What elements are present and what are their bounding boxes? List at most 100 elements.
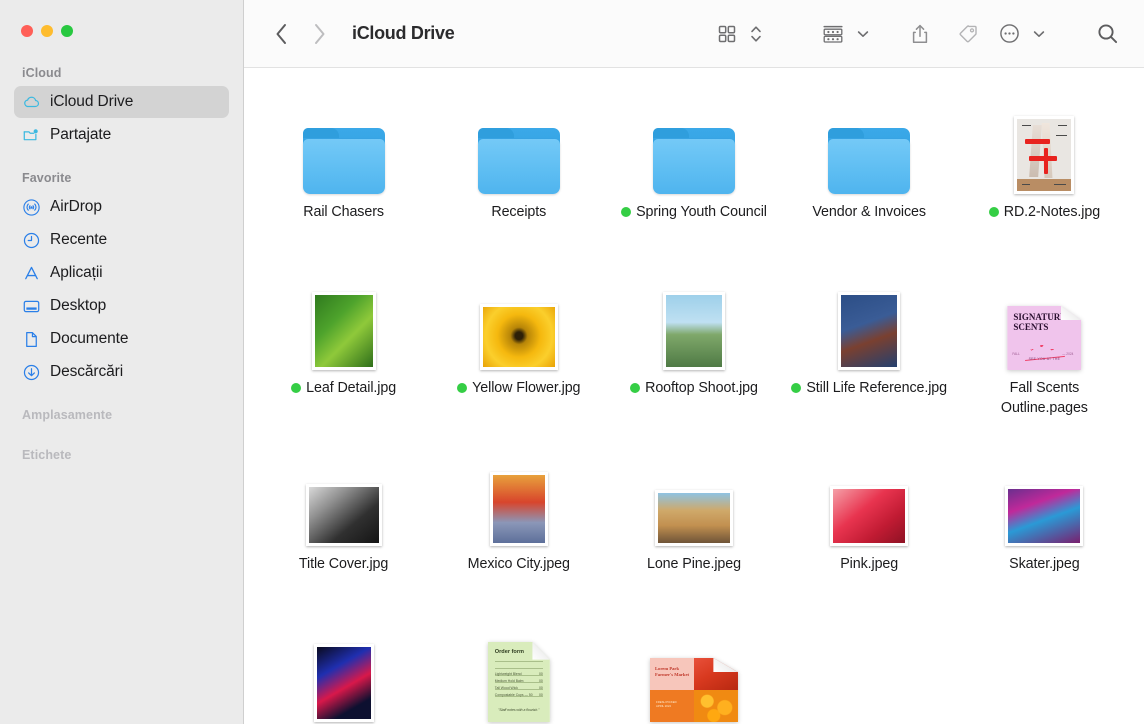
image-thumbnail xyxy=(490,472,548,546)
thumbnail xyxy=(828,98,910,194)
minimize-button[interactable] xyxy=(41,25,53,37)
file-grid: Rail Chasers Receipts Spring Youth Counc… xyxy=(244,90,1144,724)
thumbnail xyxy=(663,274,725,370)
tag-dot-green xyxy=(291,383,301,393)
thumbnail xyxy=(838,274,900,370)
tag-dot-green xyxy=(457,383,467,393)
sidebar-section-etichete: Etichete xyxy=(0,444,243,468)
share-button[interactable] xyxy=(896,16,944,52)
group-by-icon xyxy=(822,24,844,44)
sidebar-item-airdrop[interactable]: AirDrop xyxy=(14,191,229,223)
pages-document-icon: SIGNATURESCENTS FALL — 2024 SEE YOU AT T… xyxy=(1007,306,1081,370)
sidebar-item-label: Partajate xyxy=(50,126,111,144)
downloads-icon xyxy=(22,363,41,382)
tags-button[interactable] xyxy=(944,16,992,52)
zoom-button[interactable] xyxy=(61,25,73,37)
file-label: Mexico City.jpeg xyxy=(439,554,599,574)
image-thumbnail xyxy=(655,490,733,546)
more-button[interactable] xyxy=(992,16,1026,52)
tag-dot-green xyxy=(621,207,631,217)
file-label: Rooftop Shoot.jpg xyxy=(614,378,774,398)
desktop-icon xyxy=(22,297,41,316)
close-button[interactable] xyxy=(21,25,33,37)
traffic-lights xyxy=(0,0,243,62)
file-item[interactable]: Rail Chasers xyxy=(256,90,431,260)
file-item[interactable]: Pink.jpeg xyxy=(782,442,957,612)
file-item[interactable]: Neon.jpeg xyxy=(256,618,431,724)
file-item[interactable]: Vendor & Invoices xyxy=(782,90,957,260)
image-thumbnail xyxy=(314,644,374,722)
group-by-button[interactable] xyxy=(816,16,850,52)
thumbnail: Lorem ParkFarmer's Market FRESH PICKEDAP… xyxy=(650,626,738,722)
file-item[interactable]: RD.2-Notes.jpg xyxy=(957,90,1132,260)
file-item[interactable]: Lone Pine.jpeg xyxy=(606,442,781,612)
folder-icon xyxy=(653,128,735,194)
thumbnail xyxy=(1005,450,1083,546)
file-item[interactable]: Spring Youth Council xyxy=(606,90,781,260)
group-by-chevron-button[interactable] xyxy=(850,16,876,52)
pages-document-icon: Order form Lightweight Blend00 Medium Ho… xyxy=(488,642,550,722)
pdf-document-icon: Lorem ParkFarmer's Market FRESH PICKEDAP… xyxy=(650,658,738,722)
file-item[interactable]: Rooftop Shoot.jpg xyxy=(606,266,781,436)
search-button[interactable] xyxy=(1092,16,1122,52)
shared-folder-icon xyxy=(22,126,41,145)
sidebar-item-documente[interactable]: Documente xyxy=(14,323,229,355)
image-thumbnail xyxy=(312,292,376,370)
file-label: Fall Scents Outline.pages xyxy=(964,378,1124,418)
thumbnail xyxy=(480,274,558,370)
chevron-down-icon xyxy=(856,27,870,41)
document-icon xyxy=(22,330,41,349)
image-thumbnail xyxy=(838,292,900,370)
file-item[interactable]: Mexico City.jpeg xyxy=(431,442,606,612)
toolbar: iCloud Drive xyxy=(244,0,1144,68)
thumbnail xyxy=(490,450,548,546)
file-item[interactable]: Lorem ParkFarmer's Market FRESH PICKEDAP… xyxy=(606,618,781,724)
chevron-down-icon xyxy=(1032,27,1046,41)
file-item[interactable]: Still Life Reference.jpg xyxy=(782,266,957,436)
sidebar: iCloud iCloud Drive Partajate Favorite xyxy=(0,0,244,724)
file-item[interactable]: Yellow Flower.jpg xyxy=(431,266,606,436)
sidebar-item-icloud-drive[interactable]: iCloud Drive xyxy=(14,86,229,118)
back-button[interactable] xyxy=(262,17,300,51)
sidebar-item-descarcari[interactable]: Descărcări xyxy=(14,356,229,388)
file-item[interactable]: Title Cover.jpg xyxy=(256,442,431,612)
file-item[interactable]: Receipts xyxy=(431,90,606,260)
sidebar-section-icloud: iCloud xyxy=(0,62,243,86)
more-chevron-button[interactable] xyxy=(1026,16,1052,52)
image-thumbnail xyxy=(306,484,382,546)
file-item[interactable]: Leaf Detail.jpg xyxy=(256,266,431,436)
folder-icon xyxy=(303,128,385,194)
sidebar-item-label: Aplicații xyxy=(50,264,103,282)
icon-view-button[interactable] xyxy=(710,16,744,52)
sidebar-item-label: Descărcări xyxy=(50,363,123,381)
file-item[interactable]: Skater.jpeg xyxy=(957,442,1132,612)
sidebar-item-aplicatii[interactable]: Aplicații xyxy=(14,257,229,289)
tag-dot-green xyxy=(630,383,640,393)
tag-dot-green xyxy=(989,207,999,217)
ellipsis-circle-icon xyxy=(999,23,1020,44)
image-thumbnail xyxy=(663,292,725,370)
tag-dot-green xyxy=(791,383,801,393)
thumbnail: Order form Lightweight Blend00 Medium Ho… xyxy=(488,626,550,722)
sidebar-item-recente[interactable]: Recente xyxy=(14,224,229,256)
sidebar-item-label: AirDrop xyxy=(50,198,102,216)
thumbnail xyxy=(312,274,376,370)
file-item[interactable]: SIGNATURESCENTS FALL — 2024 SEE YOU AT T… xyxy=(957,266,1132,436)
thumbnail xyxy=(1014,98,1074,194)
view-stepper-button[interactable] xyxy=(744,16,768,52)
chevron-updown-icon xyxy=(750,23,762,45)
sidebar-item-desktop[interactable]: Desktop xyxy=(14,290,229,322)
share-icon xyxy=(910,23,930,45)
file-label: Leaf Detail.jpg xyxy=(264,378,424,398)
thumbnail xyxy=(306,450,382,546)
file-item[interactable]: Order form Lightweight Blend00 Medium Ho… xyxy=(431,618,606,724)
airdrop-icon xyxy=(22,198,41,217)
sidebar-item-partajate[interactable]: Partajate xyxy=(14,119,229,151)
image-thumbnail xyxy=(480,304,558,370)
forward-button[interactable] xyxy=(300,17,338,51)
sidebar-section-favorite: Favorite xyxy=(0,167,243,191)
file-label: Still Life Reference.jpg xyxy=(789,378,949,398)
sidebar-item-label: Desktop xyxy=(50,297,106,315)
sidebar-item-label: Recente xyxy=(50,231,107,249)
file-label: Yellow Flower.jpg xyxy=(439,378,599,398)
